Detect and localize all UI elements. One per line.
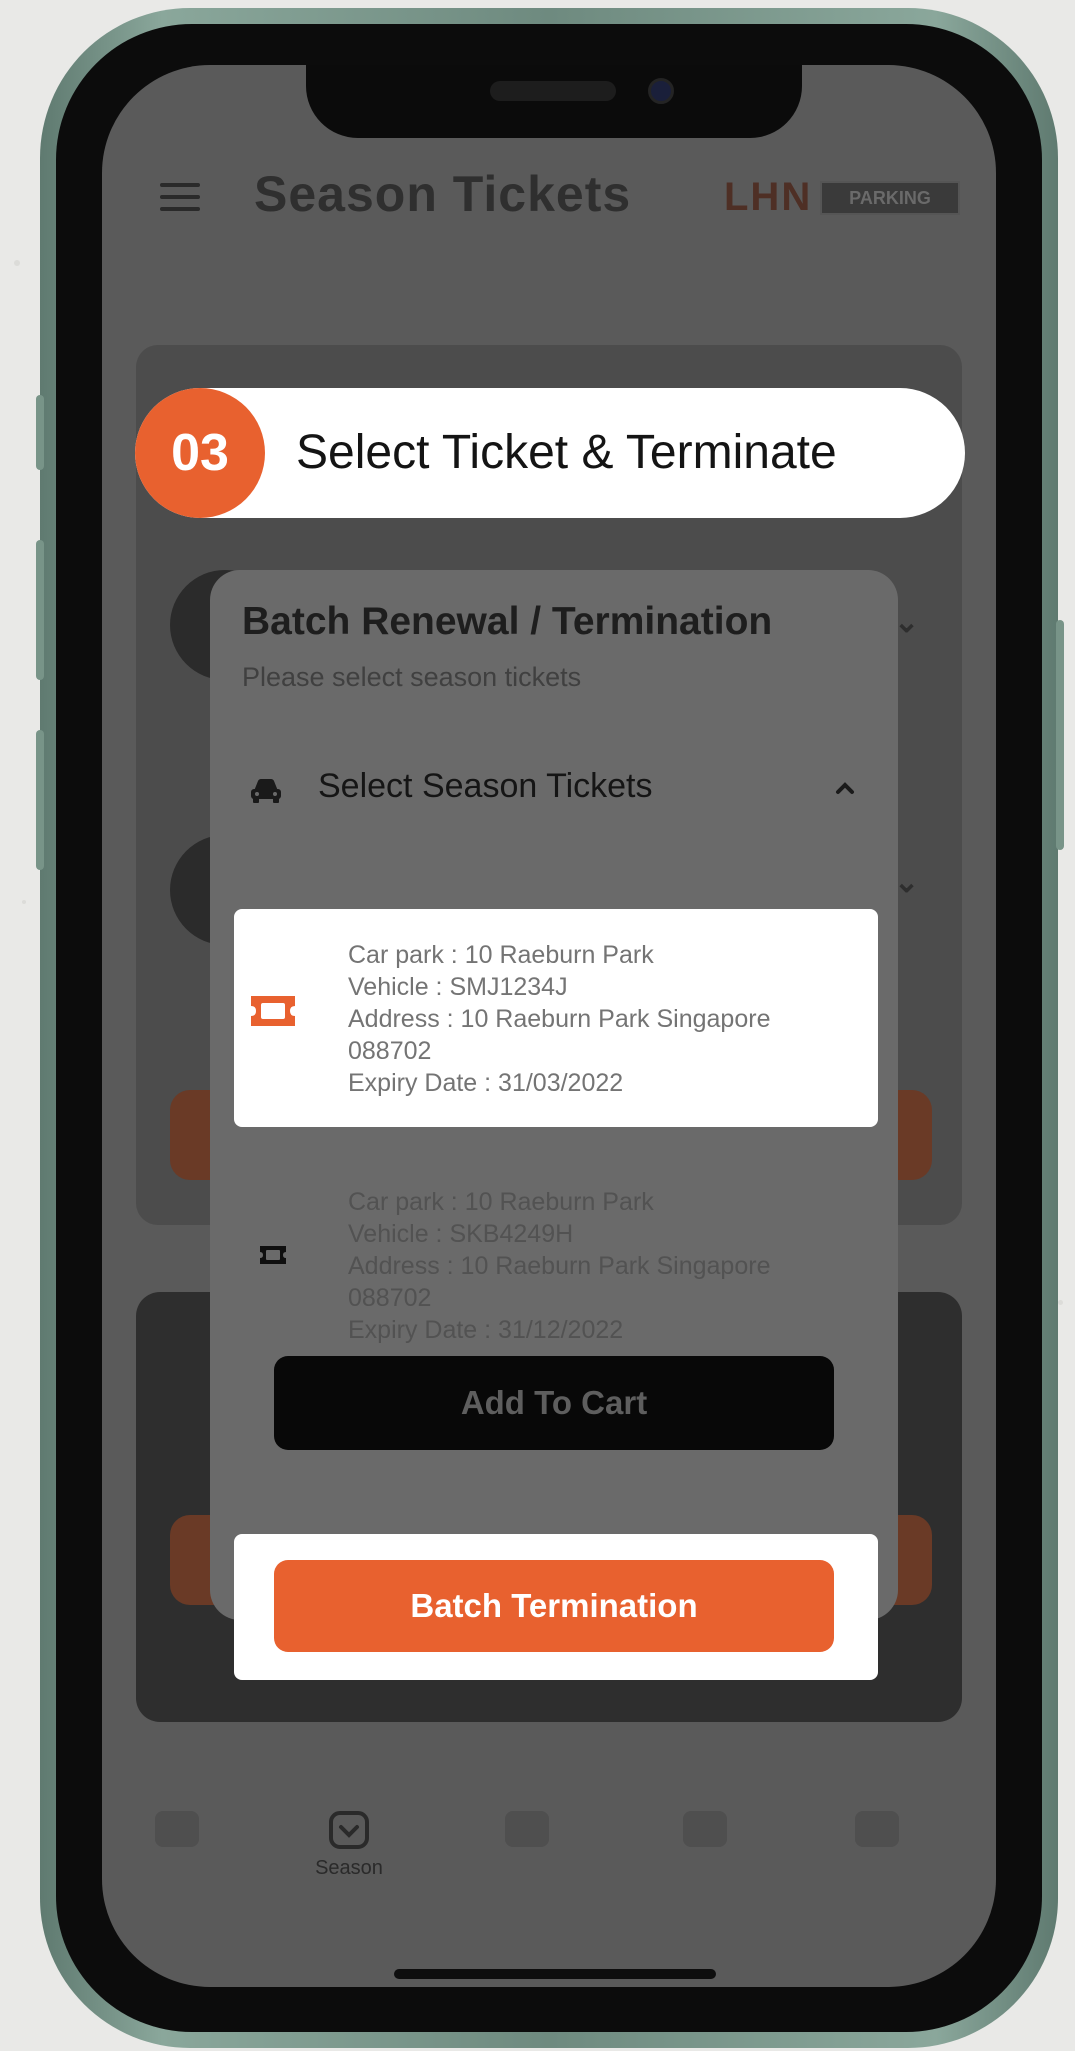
ticket-details: Car park : 10 Raeburn Park Vehicle : SKB… (348, 1186, 770, 1346)
step-instruction: Select Ticket & Terminate (296, 426, 837, 479)
chevron-up-icon (836, 782, 854, 794)
ticket-postal: 088702 (348, 1037, 432, 1065)
tab-parking[interactable] (102, 1785, 252, 1905)
ticket-address: Address : 10 Raeburn Park Singapore (348, 1005, 771, 1033)
front-camera (648, 78, 674, 104)
paper-texture (14, 260, 20, 266)
season-tickets-dropdown[interactable]: Select Season Tickets (230, 755, 878, 825)
add-to-cart-button[interactable]: Add To Cart (274, 1356, 834, 1450)
bottom-tab-bar: Season (102, 1785, 996, 1925)
ticket-item[interactable]: Car park : 10 Raeburn Park Vehicle : SKB… (234, 1156, 878, 1374)
tab-account[interactable] (802, 1785, 952, 1905)
batch-modal: Batch Renewal / Termination Please selec… (210, 570, 898, 1680)
parking-icon (155, 1811, 199, 1847)
ticket-details: Car park : 10 Raeburn Park Vehicle : SMJ… (348, 939, 770, 1099)
phone-side-button (36, 395, 44, 470)
ticket-vehicle: Vehicle : SMJ1234J (348, 973, 568, 1001)
menu-icon[interactable] (160, 183, 200, 211)
ticket-list: Car park : 10 Raeburn Park Vehicle : SMJ… (210, 908, 898, 1128)
tab-location[interactable] (452, 1785, 602, 1905)
ticket-vehicle: Vehicle : SKB4249H (348, 1220, 574, 1248)
phone-power-button (1056, 620, 1064, 850)
list-icon (683, 1811, 727, 1847)
ticket-address: Address : 10 Raeburn Park Singapore (348, 1252, 771, 1280)
ticket-item-selected[interactable]: Car park : 10 Raeburn Park Vehicle : SMJ… (234, 909, 878, 1127)
earpiece-speaker (490, 81, 616, 101)
ticket-icon (260, 1246, 286, 1264)
ticket-expiry: Expiry Date : 31/12/2022 (348, 1316, 624, 1344)
page-title: Season Tickets (254, 166, 632, 222)
brand-logo: LHN PARKING (724, 175, 960, 219)
ticket-postal: 088702 (348, 1284, 432, 1312)
modal-title: Batch Renewal / Termination (242, 600, 773, 643)
phone-volume-down-button (36, 730, 44, 870)
batch-termination-button[interactable]: Batch Termination (274, 1560, 834, 1652)
phone-screen: Season Tickets LHN PARKING ⌄ ⌄ Season Ba… (102, 65, 996, 1987)
car-icon (251, 779, 281, 803)
ticket-car-park: Car park : 10 Raeburn Park (348, 941, 654, 969)
paper-texture (22, 900, 26, 904)
ticket-car-park: Car park : 10 Raeburn Park (348, 1188, 654, 1216)
brand-logo-box: PARKING (820, 181, 960, 215)
account-icon (855, 1811, 899, 1847)
paper-texture (1058, 1300, 1063, 1305)
tab-season[interactable]: Season (274, 1785, 424, 1905)
tab-label: Season (315, 1857, 383, 1879)
ticket-expiry: Expiry Date : 31/03/2022 (348, 1069, 624, 1097)
home-indicator (394, 1969, 716, 1979)
season-ticket-icon (327, 1811, 371, 1849)
notch (306, 65, 802, 138)
ticket-icon (251, 996, 295, 1026)
tab-list[interactable] (630, 1785, 780, 1905)
phone-volume-up-button (36, 540, 44, 680)
ticket-list: Car park : 10 Raeburn Park Vehicle : SKB… (210, 1156, 898, 1376)
modal-subtitle: Please select season tickets (242, 662, 582, 692)
step-number-badge: 03 (135, 388, 265, 518)
location-icon (505, 1811, 549, 1847)
brand-logo-text: LHN (724, 175, 813, 219)
dropdown-label: Select Season Tickets (318, 767, 653, 805)
